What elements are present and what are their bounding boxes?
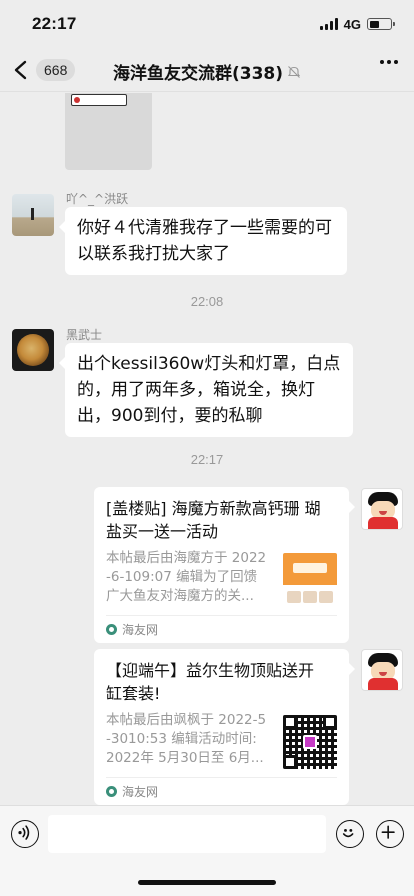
card-desc-line: -6-109:07 编辑为了回馈 [106, 569, 258, 585]
timestamp: 22:17 [190, 452, 224, 467]
sender-name: 黑武士 [66, 328, 103, 342]
message-input[interactable] [48, 815, 326, 853]
avatar[interactable] [361, 649, 403, 691]
chat-title: 海洋鱼友交流群(338) [112, 64, 284, 84]
message-line: 你好４代清雅我存了一些需要的可 [77, 218, 332, 238]
battery-icon [367, 18, 395, 30]
qr-code-thumbnail [283, 715, 337, 769]
message-bubble[interactable]: 你好４代清雅我存了一些需要的可 以联系我打扰大家了 [59, 207, 347, 275]
link-card[interactable]: [盖楼贴] 海魔方新款高钙珊 瑚 盐买一送一活动 本帖最后由海魔方于 2022 … [94, 487, 355, 643]
card-title: 【迎端午】益尔生物顶贴送开 缸套装! [106, 659, 337, 705]
image-content [71, 94, 127, 106]
card-title-line: 盐买一送一活动 [106, 522, 219, 541]
signal-icon [319, 18, 338, 30]
source-name: 海友网 [122, 785, 159, 799]
card-desc-line: 本帖最后由飒枫于 2022-5 [106, 712, 267, 728]
card-description: 本帖最后由飒枫于 2022-5 -3010:53 编辑活动时间: 2022年 5… [106, 711, 275, 769]
avatar[interactable] [12, 329, 54, 371]
emoji-icon [342, 828, 354, 838]
card-desc-line: 本帖最后由海魔方于 2022 [106, 550, 267, 566]
link-card[interactable]: 【迎端午】益尔生物顶贴送开 缸套装! 本帖最后由飒枫于 2022-5 -3010… [94, 649, 355, 805]
card-title: [盖楼贴] 海魔方新款高钙珊 瑚 盐买一送一活动 [106, 497, 337, 543]
chat-header: 668 海洋鱼友交流群(338) [0, 48, 414, 92]
avatar[interactable] [361, 488, 403, 530]
battery-level [369, 20, 379, 28]
avatar[interactable] [12, 194, 54, 236]
card-desc-line: -3010:53 编辑活动时间: [106, 731, 257, 747]
status-time: 22:17 [32, 14, 77, 33]
card-desc-line: 2022年 5月30日至 6月... [106, 750, 264, 766]
image-message[interactable] [65, 93, 152, 170]
message-line: 出个kessil360w灯头和灯罩，白点 [77, 354, 341, 374]
card-title-line: [盖楼贴] 海魔方新款高钙珊 瑚 [106, 499, 321, 518]
chat-title-wrap: 海洋鱼友交流群(338) [0, 59, 414, 84]
home-indicator [138, 880, 276, 885]
card-source: 海友网 [106, 615, 337, 643]
card-description: 本帖最后由海魔方于 2022 -6-109:07 编辑为了回馈 广大鱼友对海魔方… [106, 549, 275, 607]
card-title-line: 【迎端午】益尔生物顶贴送开 [106, 661, 315, 680]
network-type: 4G [343, 16, 361, 32]
plus-icon [381, 825, 395, 839]
voice-button[interactable] [11, 820, 39, 848]
status-indicators: 4G [319, 16, 395, 32]
more-icon [380, 60, 384, 64]
mute-icon [287, 65, 301, 78]
source-app-icon [106, 624, 117, 635]
message-line: 出，900到付，要的私聊 [77, 406, 263, 426]
message-line: 的，用了两年多，箱说全，换灯 [77, 380, 315, 400]
sender-name: 吖^_^洪跃 [66, 192, 129, 206]
card-source: 海友网 [106, 777, 337, 805]
message-line: 以联系我打扰大家了 [77, 244, 230, 264]
voice-icon [18, 825, 30, 840]
emoji-button[interactable] [336, 820, 364, 848]
source-name: 海友网 [122, 623, 159, 637]
timestamp: 22:08 [190, 294, 224, 309]
card-title-line: 缸套装! [106, 684, 161, 703]
message-bubble[interactable]: 出个kessil360w灯头和灯罩，白点 的，用了两年多，箱说全，换灯 出，90… [59, 343, 353, 437]
chat-area[interactable]: 吖^_^洪跃 你好４代清雅我存了一些需要的可 以联系我打扰大家了 22:08 黑… [0, 93, 414, 805]
more-functions-button[interactable] [376, 820, 404, 848]
more-button[interactable] [380, 60, 398, 64]
card-thumbnail [283, 553, 337, 607]
status-bar: 22:17 4G [0, 0, 414, 48]
card-desc-line: 广大鱼友对海魔方的关... [106, 588, 254, 604]
source-app-icon [106, 786, 117, 797]
